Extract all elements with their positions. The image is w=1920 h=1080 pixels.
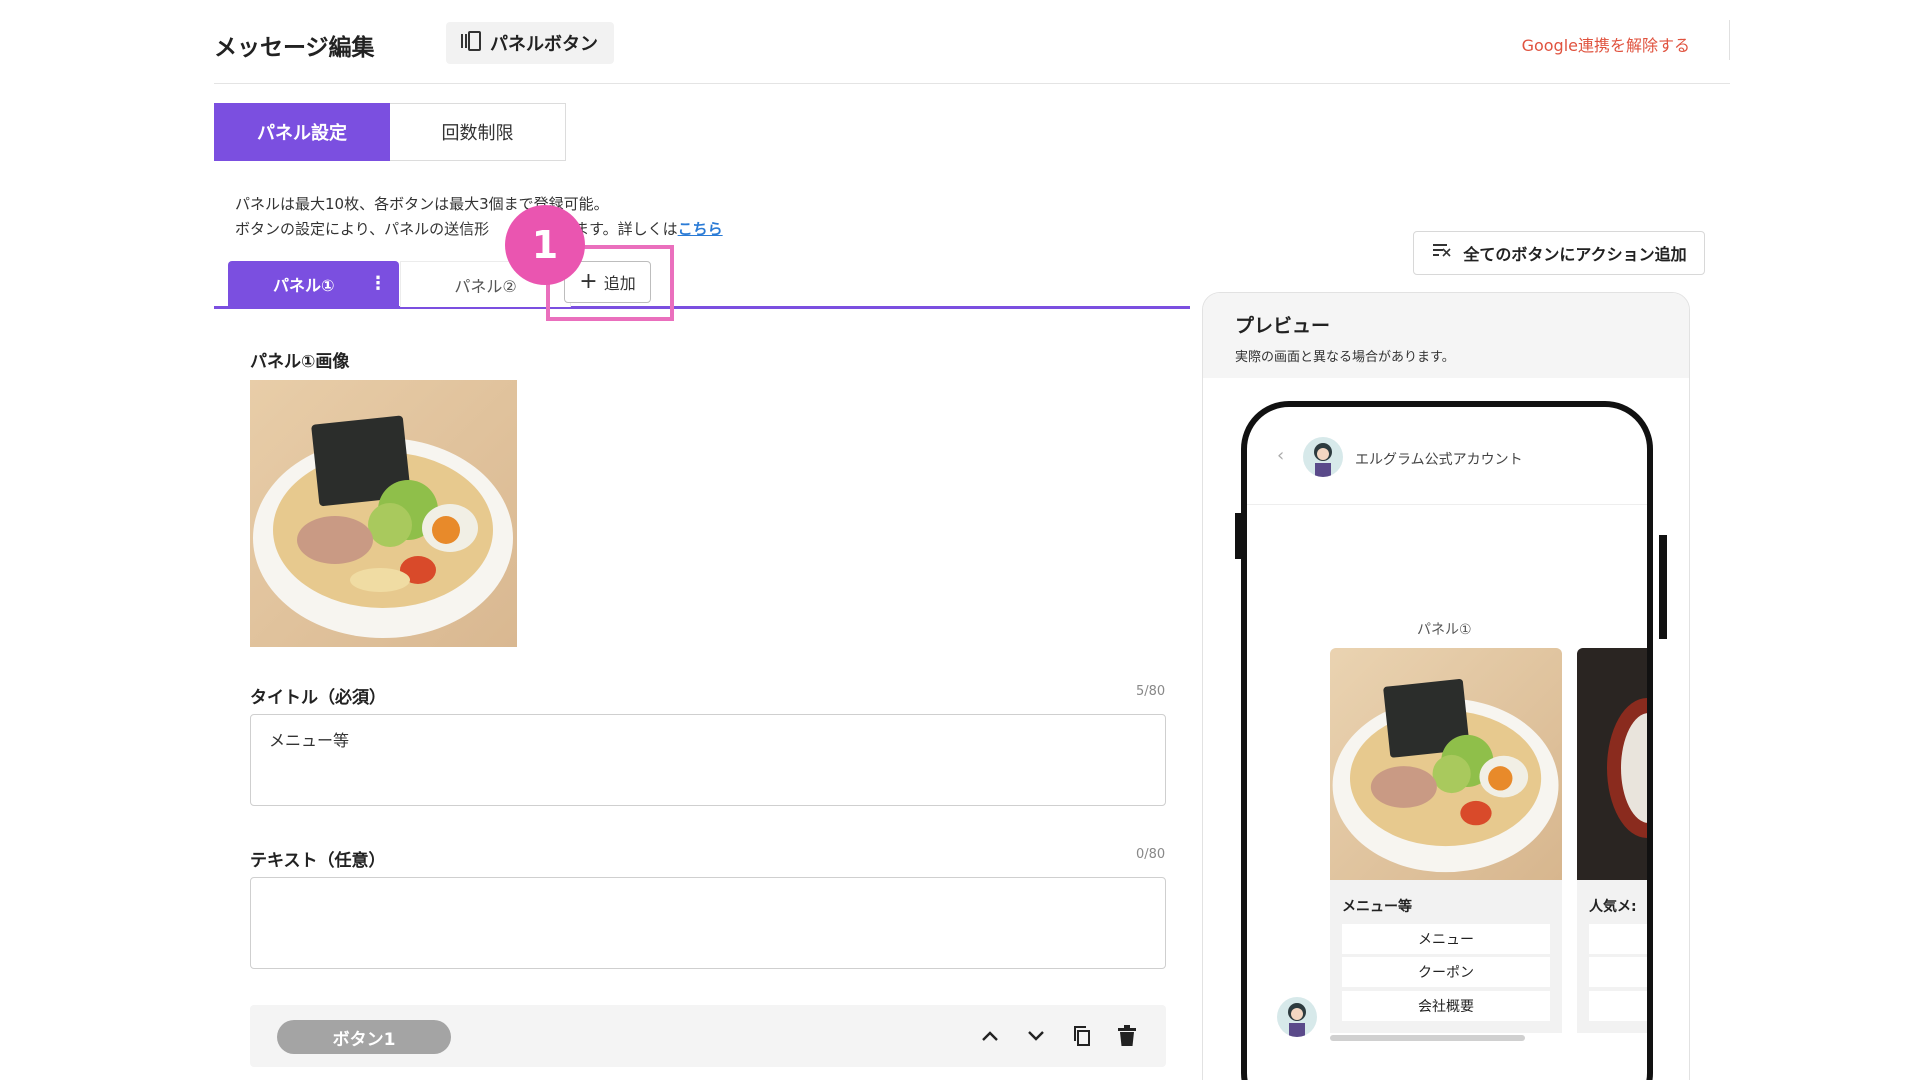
text-label: テキスト（任意） bbox=[250, 851, 386, 871]
details-link[interactable]: こちら bbox=[678, 220, 723, 238]
button-1-bar: ボタン1 bbox=[250, 1005, 1166, 1067]
chevron-up-icon[interactable] bbox=[975, 1021, 1005, 1051]
account-name: エルグラム公式アカウント bbox=[1355, 452, 1523, 468]
page-header: メッセージ編集 パネルボタン Google連携を解除する bbox=[214, 20, 1730, 84]
panel-info-text: パネルは最大10枚、各ボタンは最大3個まで登録可能。 ボタンの設定により、パネル… bbox=[235, 192, 723, 242]
tab-panel-1-label: パネル① bbox=[273, 276, 335, 295]
panel-icon bbox=[460, 30, 482, 56]
preview-button-coupon[interactable]: クーポン bbox=[1342, 957, 1550, 987]
preview-card-title: メニュー等 bbox=[1342, 899, 1412, 915]
preview-card-2-title: 人気メ: bbox=[1589, 899, 1637, 915]
ramen-preview-image bbox=[1332, 679, 1559, 873]
tab-panel-settings[interactable]: パネル設定 bbox=[214, 103, 390, 161]
preview-card-2-button[interactable] bbox=[1589, 924, 1647, 954]
phone-chat-header: ‹ エルグラム公式アカウント bbox=[1247, 407, 1647, 505]
tab-count-limit[interactable]: 回数制限 bbox=[390, 103, 566, 161]
title-label: タイトル（必須） bbox=[250, 688, 386, 708]
button-1-pill[interactable]: ボタン1 bbox=[277, 1020, 451, 1054]
settings-tabs: パネル設定 回数制限 bbox=[214, 103, 566, 161]
kebab-menu-icon[interactable]: ⋮ bbox=[369, 273, 387, 294]
preview-card-2: 人気メ: bbox=[1577, 648, 1647, 1033]
chevron-down-icon[interactable] bbox=[1021, 1021, 1051, 1051]
panel-image[interactable] bbox=[250, 380, 517, 647]
message-avatar bbox=[1277, 997, 1317, 1037]
text-counter: 0/80 bbox=[1136, 847, 1166, 862]
preview-button-menu[interactable]: メニュー bbox=[1342, 924, 1550, 954]
phone-mockup: ‹ エルグラム公式アカウント パネル① メニュー等 メニュー クーポン 会社概要… bbox=[1241, 401, 1653, 1080]
back-arrow-icon: ‹ bbox=[1277, 445, 1285, 466]
message-type-chip: パネルボタン bbox=[446, 22, 614, 64]
add-action-all-buttons[interactable]: 全てのボタンにアクション追加 bbox=[1413, 231, 1705, 275]
info-line-1: パネルは最大10枚、各ボタンは最大3個まで登録可能。 bbox=[235, 195, 609, 213]
list-add-icon bbox=[1431, 241, 1453, 265]
page-title: メッセージ編集 bbox=[214, 35, 375, 61]
image-label: パネル①画像 bbox=[250, 352, 350, 372]
tab-panel-1[interactable]: パネル① ⋮ bbox=[228, 261, 399, 307]
add-action-all-label: 全てのボタンにアクション追加 bbox=[1463, 245, 1687, 264]
preview-subtitle: 実際の画面と異なる場合があります。 bbox=[1235, 350, 1455, 365]
preview-card-image bbox=[1330, 648, 1562, 880]
trash-icon[interactable] bbox=[1112, 1021, 1142, 1051]
panel-tabs: パネル① ⋮ パネル② + 追加 bbox=[214, 261, 1190, 309]
account-avatar bbox=[1303, 437, 1343, 477]
preview-card-2-button[interactable] bbox=[1589, 957, 1647, 987]
carousel-scrollbar[interactable] bbox=[1330, 1035, 1525, 1041]
phone-side-button-right bbox=[1659, 535, 1667, 639]
step-badge: 1 bbox=[505, 205, 585, 285]
message-type-label: パネルボタン bbox=[490, 34, 598, 55]
google-unlink-link[interactable]: Google連携を解除する bbox=[1522, 32, 1690, 56]
preview-header: プレビュー 実際の画面と異なる場合があります。 bbox=[1203, 293, 1689, 378]
preview-card-2-button[interactable] bbox=[1589, 991, 1647, 1021]
preview-panel: プレビュー 実際の画面と異なる場合があります。 ‹ エルグラム公式アカウント パ… bbox=[1202, 292, 1690, 1080]
preview-title: プレビュー bbox=[1235, 315, 1331, 337]
preview-card-2-image bbox=[1577, 648, 1647, 880]
preview-panel-label: パネル① bbox=[1417, 622, 1472, 638]
preview-button-company[interactable]: 会社概要 bbox=[1342, 991, 1550, 1021]
info-line-2: ボタンの設定により、パネルの送信形 ります。詳しくはこちら bbox=[235, 220, 723, 238]
text-input[interactable] bbox=[250, 877, 1166, 969]
title-input[interactable]: メニュー等 bbox=[250, 714, 1166, 806]
ramen-image bbox=[253, 415, 513, 638]
header-divider bbox=[1729, 20, 1730, 60]
preview-card-1: メニュー等 メニュー クーポン 会社概要 bbox=[1330, 648, 1562, 1033]
copy-icon[interactable] bbox=[1067, 1021, 1097, 1051]
title-counter: 5/80 bbox=[1136, 684, 1166, 699]
